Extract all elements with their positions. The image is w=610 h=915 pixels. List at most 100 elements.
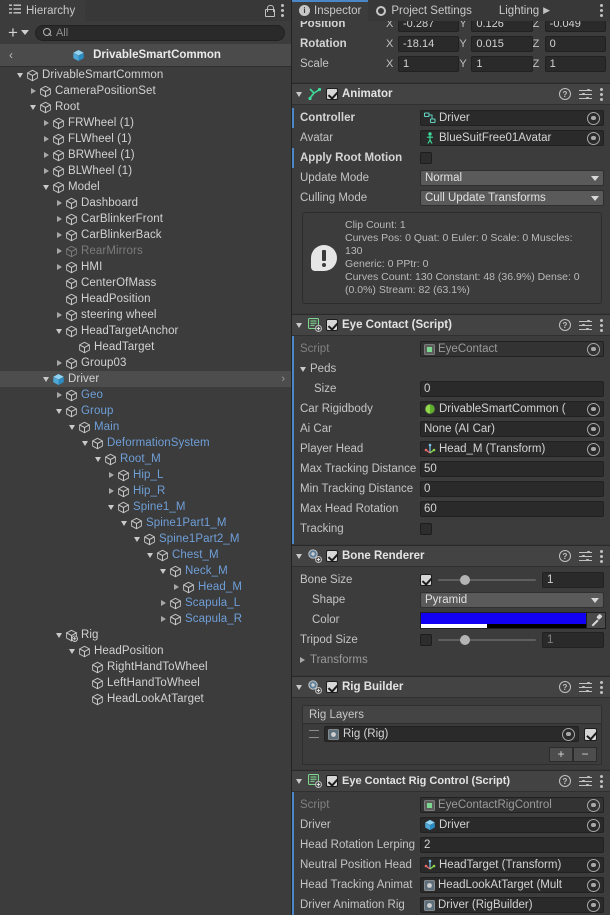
lock-icon[interactable] <box>264 5 275 17</box>
rig-control-enabled-checkbox[interactable] <box>326 775 338 787</box>
neutral-position-head-field[interactable]: HeadTarget (Transform) <box>420 857 604 873</box>
hierarchy-item-blwheel-1[interactable]: BLWheel (1) <box>0 163 291 179</box>
neutral-position-head-object-picker[interactable] <box>587 858 600 872</box>
animator-enabled-checkbox[interactable] <box>326 88 338 100</box>
expand-arrow-down-icon[interactable] <box>157 568 169 574</box>
expand-arrow-down-icon[interactable] <box>79 440 91 446</box>
expand-arrow-right-icon[interactable] <box>170 584 182 590</box>
expand-arrow-down-icon[interactable] <box>14 72 26 78</box>
peds-foldout[interactable]: Peds <box>300 363 420 375</box>
scale-y-field[interactable]: 1 <box>471 56 533 72</box>
hierarchy-item-neck-m[interactable]: Neck_M <box>0 563 291 579</box>
expand-arrow-right-icon[interactable] <box>53 200 65 206</box>
expand-arrow-down-icon[interactable] <box>92 456 104 462</box>
tripod-size-slider[interactable] <box>438 635 536 645</box>
expand-arrow-right-icon[interactable] <box>40 168 52 174</box>
hierarchy-item-camerapositionset[interactable]: CameraPositionSet <box>0 83 291 99</box>
rig-layer-enabled-checkbox[interactable] <box>584 727 597 741</box>
hierarchy-tree[interactable]: DrivableSmartCommon CameraPositionSet Root… <box>0 67 291 915</box>
foldout-arrow-icon[interactable] <box>300 657 305 663</box>
tracking-checkbox[interactable] <box>420 523 432 535</box>
eye-contact-header[interactable]: Eye Contact (Script) ? <box>292 315 610 336</box>
eye-contact-enabled-checkbox[interactable] <box>326 319 338 331</box>
hierarchy-item-headtarget[interactable]: HeadTarget <box>0 339 291 355</box>
driver-animation-rig-field[interactable]: Driver (RigBuilder) <box>420 897 604 913</box>
rig-control-kebab-menu-icon[interactable] <box>600 774 603 788</box>
expand-arrow-right-icon[interactable] <box>53 360 65 366</box>
transforms-foldout[interactable]: Transforms <box>300 654 420 666</box>
ai-car-object-picker[interactable] <box>587 422 600 436</box>
expand-arrow-right-icon[interactable] <box>53 392 65 398</box>
hierarchy-item-group03[interactable]: Group03 <box>0 355 291 371</box>
hierarchy-item-hip-l[interactable]: Hip_L <box>0 467 291 483</box>
hierarchy-item-headlookattarget[interactable]: HeadLookAtTarget <box>0 691 291 707</box>
expand-arrow-right-icon[interactable] <box>40 136 52 142</box>
color-swatch[interactable] <box>420 611 587 629</box>
hierarchy-item-carblinkerback[interactable]: CarBlinkerBack <box>0 227 291 243</box>
tripod-size-value-field[interactable]: 1 <box>542 632 604 648</box>
hierarchy-item-spine1part1-m[interactable]: Spine1Part1_M <box>0 515 291 531</box>
inspector-kebab-menu-icon[interactable] <box>600 4 603 17</box>
expand-arrow-down-icon[interactable] <box>66 648 78 654</box>
rotation-z-field[interactable]: 0 <box>544 36 606 52</box>
expand-arrow-right-icon[interactable] <box>53 248 65 254</box>
player-head-field[interactable]: Head_M (Transform) <box>420 441 604 457</box>
hierarchy-item-rig[interactable]: Rig <box>0 627 291 643</box>
controller-field[interactable]: Driver <box>420 110 604 126</box>
hierarchy-item-rearmirrors[interactable]: RearMirrors <box>0 243 291 259</box>
preset-icon[interactable] <box>579 775 592 787</box>
car-rigidbody-object-picker[interactable] <box>587 402 600 416</box>
controller-object-picker[interactable] <box>587 111 600 125</box>
remove-rig-layer-button[interactable]: − <box>573 746 597 762</box>
scale-z-field[interactable]: 1 <box>544 56 606 72</box>
foldout-arrow-icon[interactable] <box>296 778 302 784</box>
tab-project-settings[interactable]: Project Settings <box>368 0 479 21</box>
bone-size-toggle[interactable] <box>420 574 432 586</box>
expand-arrow-right-icon[interactable] <box>27 88 39 94</box>
tripod-size-toggle[interactable] <box>420 634 432 646</box>
car-rigidbody-field[interactable]: DrivableSmartCommon ( <box>420 401 604 417</box>
bone-renderer-header[interactable]: Bone Renderer ? <box>292 546 610 567</box>
tab-inspector[interactable]: i Inspector <box>292 0 369 21</box>
hierarchy-item-brwheel-1[interactable]: BRWheel (1) <box>0 147 291 163</box>
animator-kebab-menu-icon[interactable] <box>600 87 603 101</box>
hierarchy-item-headposition[interactable]: HeadPosition <box>0 643 291 659</box>
preset-icon[interactable] <box>579 681 592 693</box>
foldout-arrow-icon[interactable] <box>296 322 302 328</box>
eyedropper-button[interactable] <box>587 611 606 629</box>
hierarchy-item-steering-wheel[interactable]: steering wheel <box>0 307 291 323</box>
expand-arrow-down-icon[interactable] <box>53 408 65 414</box>
hierarchy-item-centerofmass[interactable]: CenterOfMass <box>0 275 291 291</box>
preset-icon[interactable] <box>579 550 592 562</box>
add-gameobject-button[interactable]: + <box>6 24 31 41</box>
ai-car-field[interactable]: None (AI Car) <box>420 421 604 437</box>
expand-arrow-down-icon[interactable] <box>66 424 78 430</box>
head-tracking-animation-field[interactable]: HeadLookAtTarget (Mult <box>420 877 604 893</box>
rig-builder-enabled-checkbox[interactable] <box>326 681 338 693</box>
foldout-arrow-icon[interactable] <box>296 91 302 97</box>
expand-arrow-right-icon[interactable] <box>53 312 65 318</box>
apply-root-motion-checkbox[interactable] <box>420 152 432 164</box>
kebab-menu-icon[interactable] <box>281 4 284 17</box>
open-prefab-chevron-icon[interactable]: › <box>281 373 285 385</box>
hierarchy-item-headtargetanchor[interactable]: HeadTargetAnchor <box>0 323 291 339</box>
hierarchy-item-lefthandtowheel[interactable]: LeftHandToWheel <box>0 675 291 691</box>
preset-icon[interactable] <box>579 319 592 331</box>
tab-overflow-arrow-icon[interactable]: ▶ <box>543 5 550 16</box>
driver-animation-rig-object-picker[interactable] <box>587 898 600 912</box>
position-y-field[interactable]: 0.126 <box>471 21 533 32</box>
rig-layer-object-picker[interactable] <box>562 727 575 741</box>
expand-arrow-down-icon[interactable] <box>53 632 65 638</box>
rotation-y-field[interactable]: 0.015 <box>471 36 533 52</box>
hierarchy-search-input[interactable]: All <box>34 24 285 41</box>
hierarchy-item-main[interactable]: Main <box>0 419 291 435</box>
expand-arrow-down-icon[interactable] <box>131 536 143 542</box>
preset-icon[interactable] <box>579 88 592 100</box>
hierarchy-item-spine1-m[interactable]: Spine1_M <box>0 499 291 515</box>
hierarchy-item-flwheel-1[interactable]: FLWheel (1) <box>0 131 291 147</box>
max-tracking-distance-field[interactable]: 50 <box>420 461 604 477</box>
slider-knob[interactable] <box>459 635 470 645</box>
rotation-x-field[interactable]: -18.14 <box>398 36 460 52</box>
breadcrumb-current[interactable]: DrivableSmartCommon <box>12 49 281 62</box>
help-icon[interactable]: ? <box>559 550 571 562</box>
